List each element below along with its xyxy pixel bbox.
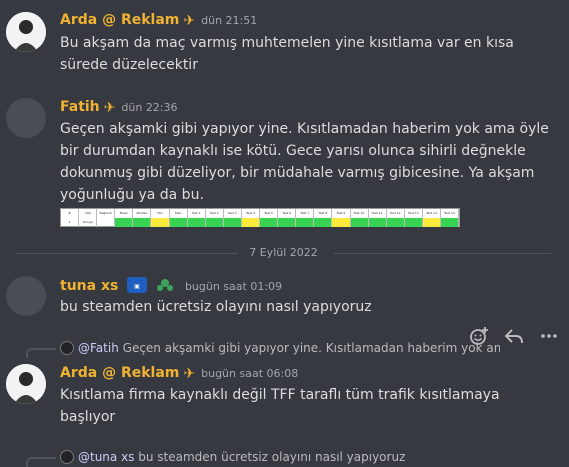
table-header-cell: Test 15 xyxy=(441,209,460,218)
table-cell xyxy=(187,218,206,227)
author-name[interactable]: Arda @ Reklam ✈ bugün saat 06:08 xyxy=(60,365,298,382)
image-attachment[interactable]: #ASN Bağlantı NoktasıBağlantı TürüMeanMe… xyxy=(60,208,460,227)
more-icon[interactable] xyxy=(535,322,563,350)
table-header-cell: Test 9 xyxy=(332,209,351,218)
message-body: Geçen akşamki gibi yapıyor yine. Kısıtla… xyxy=(60,121,549,203)
table-header-cell: Test 3 xyxy=(224,209,242,218)
reply-spine xyxy=(26,348,56,358)
table-cell xyxy=(404,218,423,227)
avatar[interactable] xyxy=(6,12,46,52)
author-name[interactable]: Arda @ Reklam ✈ dün 21:51 xyxy=(60,12,257,29)
timestamp: dün 22:36 xyxy=(121,101,178,114)
svg-text:▣: ▣ xyxy=(134,283,140,290)
author-name[interactable]: tuna xs ▣ bugün saat 01:09 xyxy=(60,277,282,297)
timestamp: bugün saat 06:08 xyxy=(201,367,299,380)
table-cell xyxy=(332,218,351,227)
table-cell xyxy=(260,218,279,227)
table-cell xyxy=(223,218,242,227)
table-header-cell: # xyxy=(61,209,80,218)
table-header-cell: Test 5 xyxy=(260,209,279,218)
date-divider: 7 Eylül 2022 xyxy=(16,246,551,260)
timestamp: bugün saat 01:09 xyxy=(184,280,283,293)
table-cell xyxy=(278,218,297,227)
reply-icon[interactable] xyxy=(500,322,528,350)
table-cell xyxy=(151,218,170,227)
table-cell: 1 xyxy=(61,218,80,227)
table-header-cell: Test 12 xyxy=(387,209,405,218)
reply-reference[interactable]: @tuna xs bu steamden ücretsiz olayını na… xyxy=(60,450,500,464)
table-cell xyxy=(169,218,188,227)
avatar[interactable] xyxy=(6,98,46,138)
table-header-cell: Median xyxy=(133,209,152,218)
timestamp: dün 21:51 xyxy=(201,14,258,27)
reply-avatar xyxy=(60,341,74,355)
message-body: bu steamden ücretsiz olayını nasıl yapıy… xyxy=(60,299,372,315)
table-header-cell: Test 1 xyxy=(188,209,206,218)
table-cell: Turnge (Frankfurt) xyxy=(79,218,98,227)
table-header-cell: ASN Bağlantı Noktası xyxy=(79,209,98,218)
table-cell xyxy=(205,218,224,227)
table-cell xyxy=(368,218,387,227)
table-cell xyxy=(97,218,116,227)
megaphone-icon: ✈ xyxy=(183,13,196,29)
leaf-badge-icon xyxy=(156,277,174,297)
table-cell xyxy=(296,218,315,227)
reply-avatar xyxy=(60,450,74,464)
author-name[interactable]: Fatih ✈ dün 22:36 xyxy=(60,99,178,116)
table-header-cell: Test 13 xyxy=(405,209,423,218)
table-cell xyxy=(386,218,405,227)
message-body: Bu akşam da maç varmış muhtemelen yine k… xyxy=(60,35,514,73)
table-header: #ASN Bağlantı NoktasıBağlantı TürüMeanMe… xyxy=(61,209,460,218)
sticker-badge-icon: ▣ xyxy=(127,277,148,297)
table-header-cell: Min xyxy=(151,209,170,218)
table-row: 1Turnge (Frankfurt) xyxy=(61,218,460,227)
table-cell xyxy=(314,218,333,227)
table-header-cell: Test 7 xyxy=(296,209,315,218)
table-cell xyxy=(115,218,134,227)
table-header-cell: Test 11 xyxy=(369,209,387,218)
megaphone-icon: ✈ xyxy=(103,100,116,116)
table-header-cell: Test 8 xyxy=(314,209,333,218)
table-header-cell: Test 6 xyxy=(278,209,297,218)
table-cell xyxy=(241,218,261,227)
avatar[interactable] xyxy=(6,364,46,404)
table-cell xyxy=(350,218,369,227)
table-header-cell: Bağlantı Türü xyxy=(97,209,116,218)
table-cell xyxy=(440,218,460,227)
message-body: Kısıtlama firma kaynaklı değil TFF taraf… xyxy=(60,387,500,425)
table-cell xyxy=(133,218,152,227)
table-cell xyxy=(422,218,441,227)
table-header-cell: Test 2 xyxy=(206,209,224,218)
reply-reference[interactable]: @Fatih Geçen akşamki gibi yapıyor yine. … xyxy=(60,341,500,355)
table-header-cell: Test 4 xyxy=(242,209,261,218)
table-header-cell: Test 14 xyxy=(423,209,441,218)
divider-line xyxy=(334,253,551,254)
table-header-cell: Test 10 xyxy=(351,209,369,218)
avatar[interactable] xyxy=(6,276,46,316)
table-header-cell: Mean xyxy=(115,209,134,218)
megaphone-icon: ✈ xyxy=(183,366,196,382)
table-header-cell: Max xyxy=(170,209,188,218)
